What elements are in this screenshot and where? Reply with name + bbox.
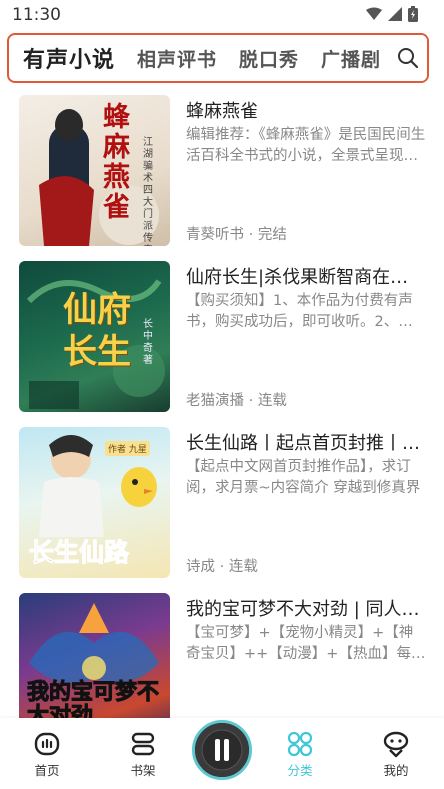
nav-category-label: 分类 (287, 763, 313, 778)
book-title: 仙府长生|杀伐果断智商在线|热血... (186, 267, 426, 288)
profile-icon (383, 731, 409, 758)
book-description: 编辑推荐：《蜂麻燕雀》是民国民间生活百科全书式的小说，全景式呈现了旧时江湖 (186, 127, 426, 164)
book-item[interactable]: 蜂麻燕雀 江湖骗术四大门派传奇 蜂麻燕雀 编辑推荐：《蜂麻燕雀》是民国民间生活百… (0, 95, 444, 261)
nav-profile[interactable]: 我的 (366, 718, 426, 779)
tab-crosstalk[interactable]: 相声评书 (137, 45, 217, 72)
category-tab-bar: 有声小说 相声评书 脱口秀 广播剧 评 (7, 33, 429, 83)
status-bar: 11:30 (0, 0, 444, 30)
book-title: 长生仙路丨起点首页封推丨爆款... (186, 433, 426, 454)
nav-profile-label: 我的 (383, 763, 409, 778)
status-icons (366, 6, 418, 22)
status-time: 11:30 (12, 5, 61, 25)
battery-icon (408, 6, 418, 22)
tab-radio-drama[interactable]: 广播剧 (321, 45, 381, 72)
wifi-icon (366, 7, 382, 20)
cover-title: 蜂麻燕雀 (103, 102, 130, 223)
cover-title: 长生仙路 (29, 538, 130, 568)
book-description: 【宝可梦】+【宠物小精灵】+【神奇宝贝】++【动漫】+【热血】每天更新 (186, 625, 426, 662)
nav-category[interactable]: 分类 (270, 718, 330, 779)
search-button[interactable] (389, 35, 427, 81)
cover-subtitle: 作者 九星 (105, 441, 150, 456)
tab-talk-show[interactable]: 脱口秀 (239, 45, 299, 72)
book-item[interactable]: 仙府长生 长中奇著 仙府长生|杀伐果断智商在线|热血... 【购买须知】1、本作… (0, 261, 444, 427)
book-cover[interactable]: 仙府长生 长中奇著 (19, 261, 170, 412)
book-item[interactable]: 长生仙路 作者 九星 长生仙路丨起点首页封推丨爆款... 【起点中文网首页封推作… (0, 427, 444, 593)
search-icon (398, 48, 419, 69)
cover-subtitle: 江湖骗术四大门派传奇 (143, 137, 153, 246)
book-cover[interactable]: 长生仙路 作者 九星 (19, 427, 170, 578)
cover-subtitle: 长中奇著 (143, 319, 153, 366)
book-title: 我的宝可梦不大对劲 | 同人衍生... (186, 599, 426, 620)
book-description: 【购买须知】1、本作品为付费有声书，购买成功后，即可收听。2、作品 (186, 293, 413, 330)
cover-title: 仙府长生 (63, 290, 131, 372)
book-meta: 青葵听书 · 完结 (186, 227, 287, 243)
book-meta: 老猫演播 · 连载 (186, 393, 287, 409)
player-disc-icon (195, 723, 249, 777)
now-playing-button[interactable] (192, 720, 252, 780)
nav-home[interactable]: 首页 (17, 718, 77, 779)
book-title: 蜂麻燕雀 (186, 101, 258, 122)
bookshelf-icon (131, 732, 155, 756)
category-tabs: 有声小说 相声评书 脱口秀 广播剧 评 (23, 35, 427, 81)
home-icon (34, 732, 60, 756)
book-description: 【起点中文网首页封推作品】，求订阅，求月票~内容简介 穿越到修真界 (186, 459, 421, 496)
nav-bookshelf[interactable]: 书架 (113, 718, 173, 779)
category-icon (287, 731, 313, 757)
book-list: 蜂麻燕雀 江湖骗术四大门派传奇 蜂麻燕雀 编辑推荐：《蜂麻燕雀》是民国民间生活百… (0, 95, 444, 759)
book-cover[interactable]: 蜂麻燕雀 江湖骗术四大门派传奇 (19, 95, 170, 246)
nav-home-label: 首页 (34, 763, 60, 778)
book-meta: 诗成 · 连载 (186, 559, 258, 575)
signal-icon (388, 7, 402, 21)
nav-bookshelf-label: 书架 (130, 763, 156, 778)
tab-audio-novel[interactable]: 有声小说 (23, 42, 115, 74)
